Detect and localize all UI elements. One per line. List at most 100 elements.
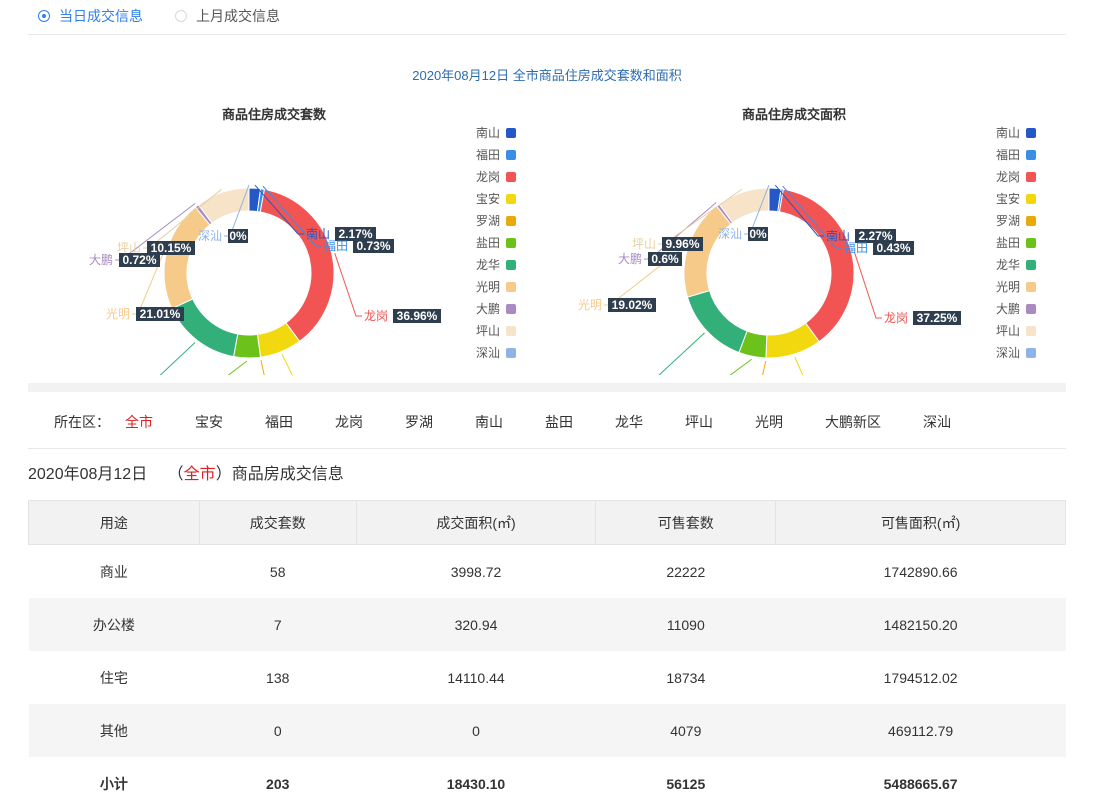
- slice-盐田[interactable]: [233, 333, 262, 359]
- slice-label-name: 大鹏: [618, 252, 642, 266]
- district-longhua[interactable]: 龙华: [615, 412, 643, 432]
- cell-deal-area: 320.94: [356, 598, 596, 651]
- label-leader-line: [854, 252, 882, 319]
- slice-label-name: 龙岗: [884, 311, 908, 325]
- slice-label-name: 深汕: [718, 227, 742, 241]
- legend-swatch[interactable]: [506, 260, 516, 270]
- legend-swatch[interactable]: [1026, 128, 1036, 138]
- district-guangming[interactable]: 光明: [755, 412, 783, 432]
- cell-deal-area: 0: [356, 704, 596, 757]
- slice-龙岗[interactable]: [778, 188, 855, 343]
- legend-swatch[interactable]: [506, 172, 516, 182]
- table-scope-close: ）: [215, 466, 232, 483]
- district-longgang[interactable]: 龙岗: [335, 412, 363, 432]
- legend-swatch[interactable]: [506, 216, 516, 226]
- legend-swatch[interactable]: [506, 348, 516, 358]
- district-yantian[interactable]: 盐田: [545, 412, 573, 432]
- legend-swatch[interactable]: [506, 326, 516, 336]
- radio-checked-icon: [38, 10, 50, 22]
- legend-label: 罗湖: [476, 213, 500, 228]
- legend-swatch[interactable]: [506, 238, 516, 248]
- slice-value-label: 19.02%: [612, 298, 653, 312]
- cell-usage: 小计: [99, 775, 128, 792]
- col-header-deal-units: 成交套数: [198, 500, 357, 545]
- label-leader-line: [334, 252, 362, 317]
- legend-label: 盐田: [996, 236, 1020, 250]
- cell-usage: 办公楼: [28, 598, 200, 651]
- district-all[interactable]: 全市: [125, 412, 153, 432]
- legend-label: 光明: [476, 280, 500, 294]
- legend-label: 深汕: [476, 346, 500, 360]
- legend-label: 大鹏: [996, 302, 1020, 316]
- legend-label: 盐田: [476, 236, 500, 250]
- legend-swatch[interactable]: [506, 282, 516, 292]
- district-luohu[interactable]: 罗湖: [405, 412, 433, 432]
- radio-today[interactable]: 当日成交信息: [38, 6, 143, 26]
- legend-label: 龙岗: [476, 170, 500, 184]
- legend-label: 光明: [996, 280, 1020, 294]
- legend-swatch[interactable]: [1026, 150, 1036, 160]
- legend-swatch[interactable]: [1026, 216, 1036, 226]
- district-baoan[interactable]: 宝安: [195, 412, 223, 432]
- legend-label: 宝安: [476, 191, 500, 206]
- cell-available-units: 56125: [666, 775, 706, 792]
- district-dapeng[interactable]: 大鹏新区: [825, 412, 881, 432]
- legend-swatch[interactable]: [506, 304, 516, 314]
- legend-swatch[interactable]: [1026, 282, 1036, 292]
- slice-龙华[interactable]: [686, 289, 748, 354]
- legend-label: 龙华: [996, 258, 1020, 272]
- legend-swatch[interactable]: [1026, 260, 1036, 270]
- label-leader-line: [762, 360, 767, 375]
- slice-光明[interactable]: [683, 205, 732, 298]
- cell-available-units: 4079: [595, 704, 776, 757]
- divider: [28, 448, 1066, 449]
- legend-swatch[interactable]: [1026, 326, 1036, 336]
- district-pingshan[interactable]: 坪山: [685, 412, 713, 432]
- legend-swatch[interactable]: [1026, 348, 1036, 358]
- cell-usage: 住宅: [99, 669, 128, 686]
- slice-label-name: 龙岗: [364, 309, 388, 323]
- slice-龙岗[interactable]: [259, 188, 335, 343]
- legend-swatch[interactable]: [1026, 304, 1036, 314]
- cell-available-area: 5488665.67: [883, 775, 958, 792]
- slice-label-name: 光明: [578, 298, 602, 312]
- legend-swatch[interactable]: [1026, 172, 1036, 182]
- cell-available-area: 1482150.20: [775, 598, 1066, 651]
- table-scope-open: （: [167, 466, 184, 483]
- table-scope: 全市: [183, 466, 216, 483]
- table-row: 商业 58 3998.72 22222 1742890.66: [29, 545, 1066, 599]
- label-leader-line: [159, 342, 196, 375]
- district-futian[interactable]: 福田: [265, 412, 293, 432]
- divider: [28, 34, 1066, 35]
- legend-label: 龙华: [476, 258, 500, 272]
- radio-last-month[interactable]: 上月成交信息: [175, 6, 280, 26]
- cell-available-units: 11090: [595, 598, 776, 651]
- legend-swatch[interactable]: [506, 128, 516, 138]
- slice-value-label: 0.72%: [122, 253, 156, 267]
- table-title: 2020年08月12日 （全市）商品房成交信息: [28, 460, 344, 484]
- legend-label: 宝安: [996, 191, 1020, 206]
- cell-deal-area: 14110.44: [447, 669, 505, 686]
- district-nanshan[interactable]: 南山: [475, 412, 503, 432]
- slice-value-label: 0.43%: [876, 241, 910, 255]
- section-separator: [28, 383, 1066, 392]
- chart-title: 商品住房成交面积: [742, 107, 846, 122]
- slice-label-name: 坪山: [117, 241, 141, 255]
- district-shenshan[interactable]: 深汕: [923, 412, 951, 432]
- legend-label: 坪山: [476, 324, 500, 338]
- legend-swatch[interactable]: [506, 150, 516, 160]
- slice-value-label: 0.73%: [356, 239, 390, 253]
- legend-swatch[interactable]: [1026, 238, 1036, 248]
- legend-swatch[interactable]: [1026, 194, 1036, 204]
- radio-unchecked-icon: [175, 10, 187, 22]
- cell-available-area: 469112.79: [775, 704, 1066, 757]
- cell-deal-units: 58: [269, 563, 286, 580]
- slice-label-name: 坪山: [632, 237, 656, 251]
- cell-available-units: 18734: [666, 669, 706, 686]
- legend-label: 南山: [996, 125, 1020, 140]
- legend-label: 罗湖: [996, 213, 1020, 228]
- slice-value-label: 0.6%: [651, 252, 679, 266]
- cell-deal-area: 3998.72: [450, 563, 502, 580]
- legend-swatch[interactable]: [506, 194, 516, 204]
- legend-label: 南山: [476, 125, 500, 140]
